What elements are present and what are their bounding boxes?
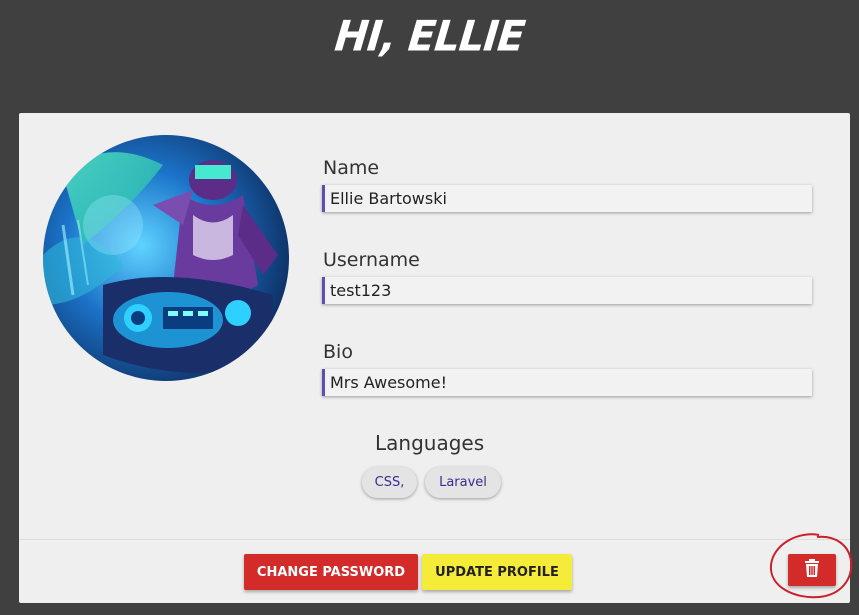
profile-card: Name Username Bio Languages CSS, Laravel… bbox=[19, 113, 853, 603]
bio-field[interactable] bbox=[322, 369, 812, 396]
update-profile-button[interactable]: UPDATE PROFILE bbox=[422, 554, 572, 590]
delete-account-button[interactable] bbox=[788, 554, 836, 586]
language-chip-laravel[interactable]: Laravel bbox=[425, 467, 501, 498]
username-label: Username bbox=[323, 249, 420, 271]
page-title: HI, ELLIE bbox=[332, 12, 527, 62]
languages-title: Languages bbox=[375, 431, 485, 455]
change-password-button[interactable]: CHANGE PASSWORD bbox=[244, 554, 418, 590]
name-field[interactable] bbox=[322, 185, 812, 212]
bio-label: Bio bbox=[323, 341, 353, 363]
avatar bbox=[43, 135, 289, 381]
name-label: Name bbox=[323, 157, 380, 179]
trash-icon bbox=[804, 559, 820, 581]
divider bbox=[19, 539, 850, 540]
language-chip-css[interactable]: CSS, bbox=[362, 467, 417, 498]
username-field[interactable] bbox=[322, 277, 812, 304]
